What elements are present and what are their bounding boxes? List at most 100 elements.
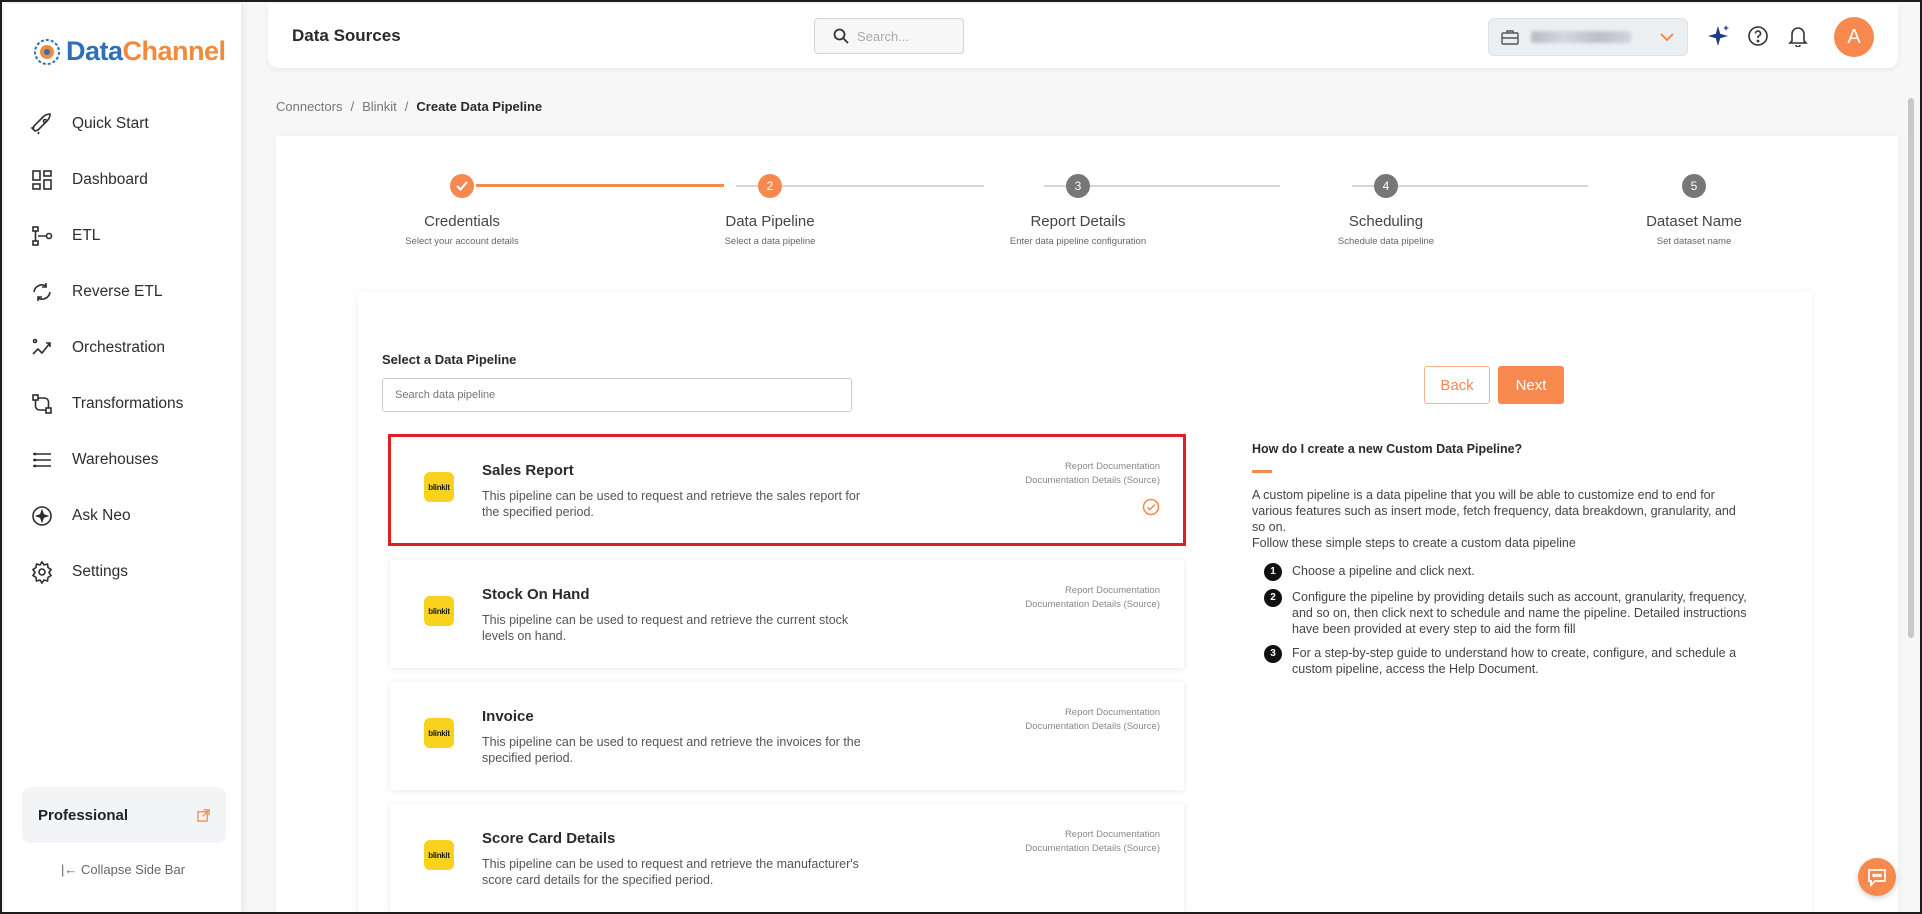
pipeline-select-label: Select a Data Pipeline	[382, 352, 517, 367]
sidebar-item-label: Ask Neo	[72, 507, 131, 524]
page-scrollbar[interactable]	[1908, 98, 1914, 638]
sidebar-item-quick-start[interactable]: Quick Start	[4, 96, 242, 152]
step-3-number[interactable]: 3	[1066, 174, 1090, 198]
sidebar-item-settings[interactable]: Settings	[4, 544, 242, 600]
datachannel-logo-icon	[34, 38, 60, 65]
pipeline-name: Stock On Hand	[482, 586, 590, 603]
step-2-number[interactable]: 2	[758, 174, 782, 198]
step-connector-done	[476, 184, 724, 187]
pipeline-search-input[interactable]	[382, 378, 852, 412]
pipeline-card-sales-report[interactable]: blinkit Sales Report This pipeline can b…	[388, 434, 1186, 546]
sidebar-item-label: Orchestration	[72, 339, 166, 356]
dashboard-icon	[32, 170, 52, 190]
step-5-number[interactable]: 5	[1682, 174, 1706, 198]
external-link-icon[interactable]	[197, 808, 210, 822]
next-button[interactable]: Next	[1498, 366, 1564, 404]
pipeline-card-stock-on-hand[interactable]: blinkit Stock On Hand This pipeline can …	[390, 560, 1184, 668]
sidebar-item-ask-neo[interactable]: Ask Neo	[4, 488, 242, 544]
help-step: 2 Configure the pipeline by providing de…	[1264, 589, 1752, 637]
sidebar-nav: Quick Start Dashboard ETL Reverse ETL Or…	[4, 96, 242, 600]
selected-check-icon	[1142, 498, 1160, 516]
account-selector[interactable]	[1488, 18, 1688, 56]
sidebar-item-label: Warehouses	[72, 451, 159, 468]
step-number-badge: 2	[1264, 589, 1282, 607]
sidebar-item-label: Dashboard	[72, 171, 148, 188]
documentation-details-link[interactable]: Documentation Details (Source)	[1025, 474, 1160, 488]
pipeline-form-card: Select a Data Pipeline Back Next blinkit…	[358, 292, 1812, 912]
blinkit-logo-icon: blinkit	[424, 840, 454, 870]
help-title: How do I create a new Custom Data Pipeli…	[1252, 442, 1523, 456]
sidebar-item-orchestration[interactable]: Orchestration	[4, 320, 242, 376]
blinkit-logo-icon: blinkit	[424, 472, 454, 502]
bell-icon[interactable]	[1784, 22, 1812, 50]
documentation-details-link[interactable]: Documentation Details (Source)	[1025, 720, 1160, 734]
report-documentation-link[interactable]: Report Documentation	[1025, 584, 1160, 598]
global-search-input[interactable]: Search...	[814, 18, 964, 54]
help-paragraph: A custom pipeline is a data pipeline tha…	[1252, 488, 1736, 534]
breadcrumb-separator: /	[404, 99, 409, 114]
collapse-sidebar-button[interactable]: |← Collapse Side Bar	[4, 862, 242, 877]
chevron-down-icon	[1660, 33, 1674, 42]
collapse-icon: |←	[60, 862, 78, 877]
help-step: 1 Choose a pipeline and click next.	[1264, 563, 1752, 581]
step-4-number[interactable]: 4	[1374, 174, 1398, 198]
step-1-check-icon[interactable]	[450, 174, 474, 198]
breadcrumb-item-connectors[interactable]: Connectors	[276, 99, 342, 114]
sidebar-item-transformations[interactable]: Transformations	[4, 376, 242, 432]
report-documentation-link[interactable]: Report Documentation	[1025, 460, 1160, 474]
documentation-details-link[interactable]: Documentation Details (Source)	[1025, 842, 1160, 856]
brand-logo[interactable]: DataChannel	[32, 36, 226, 67]
sidebar-item-etl[interactable]: ETL	[4, 208, 242, 264]
breadcrumb-item-blinkit[interactable]: Blinkit	[362, 99, 397, 114]
help-step: 3 For a step-by-step guide to understand…	[1264, 645, 1752, 677]
pipeline-doc-links: Report Documentation Documentation Detai…	[1025, 584, 1160, 612]
sparkle-icon	[32, 506, 52, 526]
pipeline-doc-links: Report Documentation Documentation Detai…	[1025, 828, 1160, 856]
step-2-title: Data Pipeline	[725, 213, 815, 230]
help-paragraph: Follow these simple steps to create a cu…	[1252, 536, 1576, 550]
orchestration-icon	[32, 338, 51, 355]
back-button[interactable]: Back	[1424, 366, 1490, 404]
pipeline-name: Invoice	[482, 708, 534, 725]
step-3-title: Report Details	[1030, 213, 1126, 230]
documentation-details-link[interactable]: Documentation Details (Source)	[1025, 598, 1160, 612]
gear-icon	[31, 560, 53, 584]
pipeline-card-invoice[interactable]: blinkit Invoice This pipeline can be use…	[390, 682, 1184, 790]
blinkit-logo-icon: blinkit	[424, 718, 454, 748]
step-number-badge: 1	[1264, 563, 1282, 581]
sidebar-item-label: Quick Start	[72, 115, 149, 132]
sidebar-item-reverse-etl[interactable]: Reverse ETL	[4, 264, 242, 320]
sidebar-item-dashboard[interactable]: Dashboard	[4, 152, 242, 208]
search-placeholder: Search...	[857, 28, 910, 44]
report-documentation-link[interactable]: Report Documentation	[1025, 706, 1160, 720]
sidebar-item-warehouses[interactable]: Warehouses	[4, 432, 242, 488]
step-2-subtitle: Select a data pipeline	[724, 236, 816, 247]
etl-icon	[32, 226, 53, 246]
pipeline-description: This pipeline can be used to request and…	[482, 489, 860, 519]
main-panel: Credentials Select your account details …	[276, 136, 1898, 912]
page-title: Data Sources	[292, 26, 401, 45]
top-header: Data Sources Search... A	[268, 4, 1898, 68]
help-icon[interactable]	[1744, 22, 1772, 50]
breadcrumb-separator: /	[350, 99, 355, 114]
pipeline-doc-links: Report Documentation Documentation Detai…	[1025, 460, 1160, 488]
pipeline-doc-links: Report Documentation Documentation Detai…	[1025, 706, 1160, 734]
pipeline-card-score-card-details[interactable]: blinkit Score Card Details This pipeline…	[390, 804, 1184, 912]
brand-name: DataChannel	[66, 36, 226, 66]
blinkit-logo-icon: blinkit	[424, 596, 454, 626]
plan-label: Professional	[38, 806, 129, 824]
step-4-title: Scheduling	[1348, 213, 1424, 230]
step-3-subtitle: Enter data pipeline configuration	[1009, 236, 1147, 247]
report-documentation-link[interactable]: Report Documentation	[1025, 828, 1160, 842]
breadcrumb: Connectors / Blinkit / Create Data Pipel…	[276, 99, 542, 114]
chat-support-button[interactable]	[1858, 858, 1896, 896]
pipeline-name: Sales Report	[482, 462, 574, 479]
pipeline-name: Score Card Details	[482, 830, 616, 847]
ai-sparkle-icon[interactable]	[1704, 22, 1732, 50]
step-5-title: Dataset Name	[1646, 213, 1742, 230]
search-icon	[833, 28, 849, 44]
sidebar-item-label: ETL	[72, 227, 101, 244]
chat-icon	[1868, 869, 1886, 887]
user-avatar[interactable]: A	[1834, 17, 1874, 57]
plan-card[interactable]: Professional	[22, 787, 226, 843]
